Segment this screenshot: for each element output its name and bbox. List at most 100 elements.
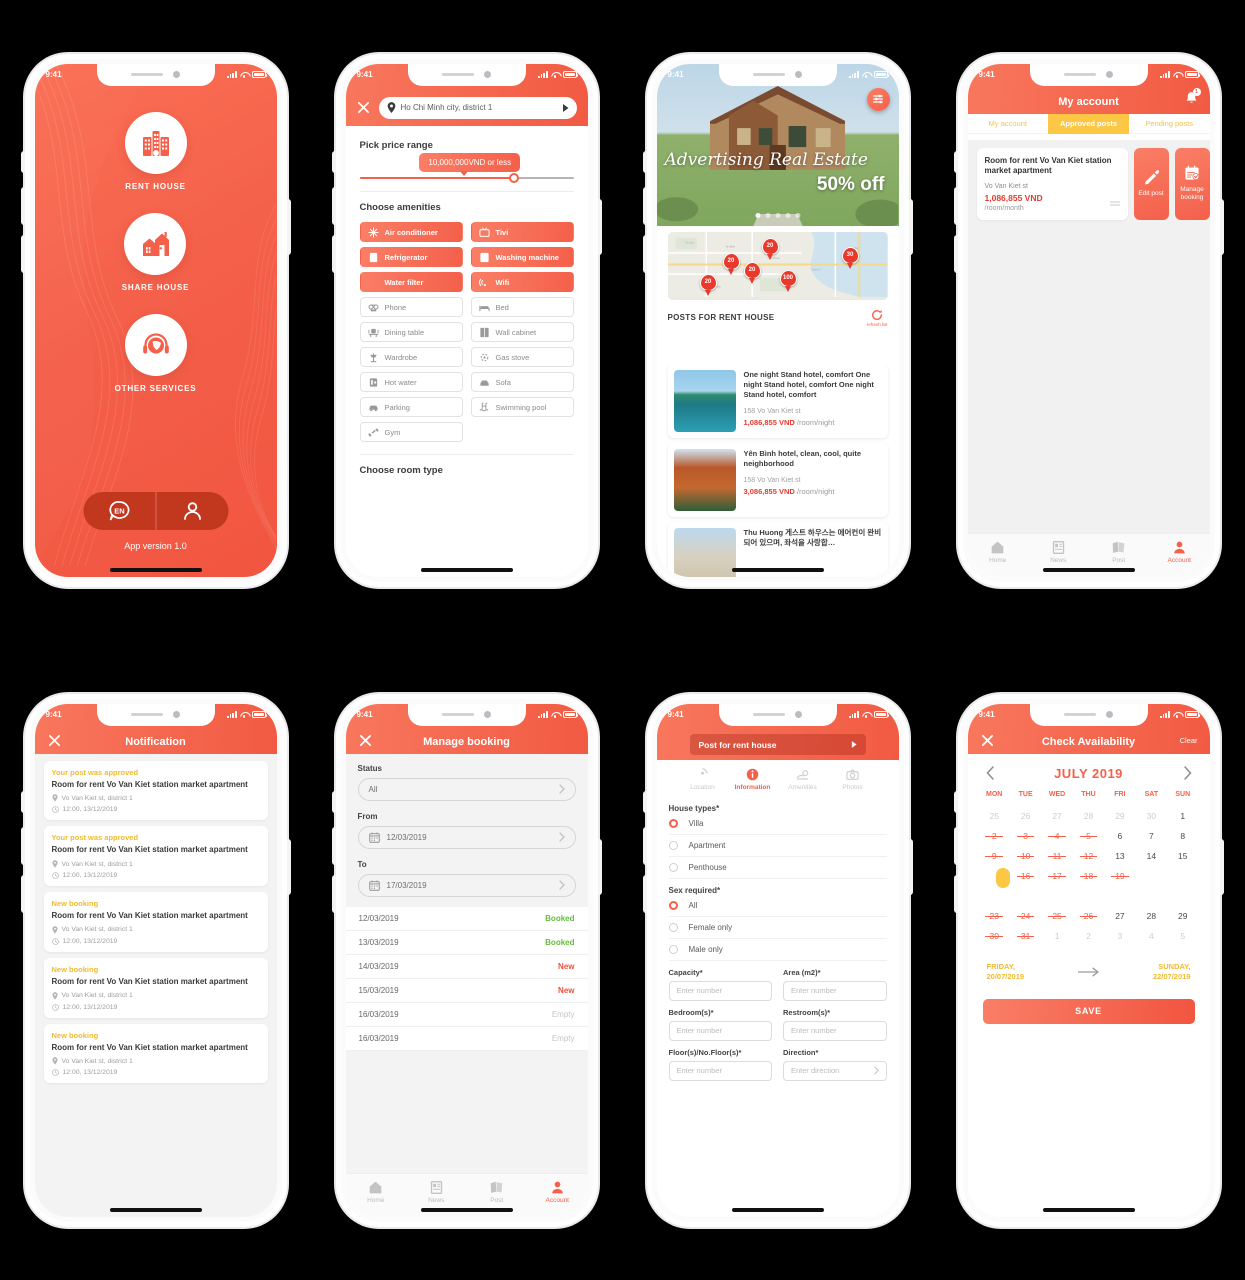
carousel-dot[interactable] — [785, 212, 790, 218]
refresh-list-button[interactable]: refresh list — [867, 309, 888, 327]
tabbar-item-home[interactable]: Home — [968, 540, 1029, 564]
notification-item[interactable]: New booking Room for rent Vo Van Kiet sta… — [43, 957, 268, 1018]
profile-button[interactable] — [156, 492, 228, 530]
amenity-chip[interactable]: Wall cabinet — [470, 322, 574, 342]
field-input[interactable]: Enter number — [668, 1020, 772, 1041]
language-button[interactable]: EN — [83, 492, 155, 530]
calendar-day[interactable]: 14 — [1136, 846, 1167, 866]
field-input[interactable]: Enter number — [783, 980, 887, 1001]
calendar-day[interactable]: 4 — [1136, 926, 1167, 946]
notification-item[interactable]: Your post was approved Room for rent Vo V… — [43, 760, 268, 821]
account-tab[interactable]: Pending posts — [1128, 114, 1210, 134]
booking-row[interactable]: 14/03/2019 New — [345, 955, 588, 979]
calendar-day[interactable]: 5 — [1073, 826, 1104, 846]
calendar-day[interactable]: 1 — [1041, 926, 1072, 946]
calendar-day[interactable]: 31 — [1010, 926, 1041, 946]
calendar-day[interactable]: 28 — [1073, 806, 1104, 826]
amenity-chip[interactable]: Bed — [470, 297, 574, 317]
sex-required-option[interactable]: Female only — [668, 917, 887, 939]
calendar-day[interactable]: 26 — [1073, 906, 1104, 926]
field-input[interactable]: Enter direction — [783, 1060, 887, 1081]
calendar-day[interactable]: 15 — [1167, 846, 1198, 866]
tabbar-item-post[interactable]: Post — [1089, 540, 1150, 564]
form-step-information[interactable]: Information — [728, 768, 778, 791]
edit-post-button[interactable]: Edit post — [1133, 147, 1169, 221]
calendar-day[interactable]: 30 — [979, 926, 1010, 946]
calendar-day[interactable]: 5 — [1167, 926, 1198, 946]
account-tab[interactable]: My account — [967, 114, 1049, 134]
calendar-day[interactable]: 30 — [1136, 806, 1167, 826]
amenity-chip[interactable]: Air conditioner — [359, 222, 463, 242]
close-icon[interactable] — [48, 734, 61, 747]
booking-row[interactable]: 13/03/2019 Booked — [345, 931, 588, 955]
chevron-right-icon[interactable] — [1183, 766, 1193, 780]
calendar-day[interactable]: 29 — [1167, 906, 1198, 926]
calendar-day[interactable]: 19 — [1104, 866, 1135, 886]
map-preview[interactable]: Go VapTan BinhPhu Nhuan District 1Thu Du… — [667, 231, 888, 300]
calendar-day[interactable]: 6 — [1104, 826, 1135, 846]
post-card[interactable]: Yên Bình hotel, clean, cool, quite neigh… — [667, 442, 888, 517]
calendar-day[interactable]: 4 — [1041, 826, 1072, 846]
calendar-day[interactable]: 20 — [1136, 866, 1167, 886]
location-search-input[interactable]: Ho Chi Minh city, district 1 — [378, 96, 577, 119]
home-indicator[interactable] — [109, 568, 202, 572]
radio-button[interactable] — [668, 922, 678, 932]
amenity-chip[interactable]: Tivi — [470, 222, 574, 242]
amenity-chip[interactable]: Gym — [359, 422, 463, 442]
booking-row[interactable]: 16/03/2019 Empty — [345, 1003, 588, 1027]
filter-fab-button[interactable] — [866, 87, 890, 111]
drag-handle-icon[interactable] — [1109, 194, 1120, 212]
house-type-option[interactable]: Apartment — [668, 835, 887, 857]
radio-button[interactable] — [668, 944, 678, 954]
account-tab[interactable]: Approved posts — [1048, 113, 1129, 134]
house-type-option[interactable]: Villa — [668, 813, 887, 835]
calendar-day[interactable]: 24 — [1010, 906, 1041, 926]
house-type-option[interactable]: Penthouse — [668, 857, 887, 879]
post-type-selector[interactable]: Post for rent house — [689, 734, 866, 755]
sex-required-option[interactable]: Male only — [668, 939, 887, 961]
tabbar-item-news[interactable]: News — [1028, 540, 1089, 564]
menu-item-rent-house[interactable]: RENT HOUSE — [124, 111, 187, 191]
close-icon[interactable] — [981, 734, 994, 747]
calendar-day[interactable]: 9 — [979, 846, 1010, 866]
tabbar-item-account[interactable]: Account — [527, 1180, 588, 1204]
slider-knob[interactable] — [508, 172, 519, 183]
tabbar-item-news[interactable]: News — [406, 1180, 467, 1204]
chevron-left-icon[interactable] — [985, 766, 995, 780]
calendar-day[interactable]: 21 — [1167, 866, 1198, 886]
hero-banner[interactable]: Advertising Real Estate 50% off — [656, 63, 899, 226]
calendar-day[interactable]: 2 — [1073, 926, 1104, 946]
amenity-chip[interactable]: Washing machine — [470, 247, 574, 267]
status-select[interactable]: All — [357, 777, 576, 801]
menu-item-share-house[interactable]: SHARE HOUSE — [122, 212, 189, 292]
map-pin[interactable]: 20 — [743, 261, 761, 279]
calendar-day[interactable]: 3 — [1010, 826, 1041, 846]
price-slider[interactable]: 10,000,000VND or less — [359, 152, 574, 183]
notification-item[interactable]: New booking Room for rent Vo Van Kiet sta… — [43, 892, 268, 952]
amenity-chip[interactable]: Hot water — [359, 372, 463, 392]
play-arrow-icon[interactable] — [562, 103, 569, 112]
amenity-chip[interactable]: Wifi — [470, 272, 574, 292]
map-pin[interactable]: 30 — [841, 246, 859, 264]
amenity-chip[interactable]: Gas stove — [470, 347, 574, 367]
calendar-day[interactable]: 18 — [1073, 866, 1104, 886]
clear-button[interactable]: Clear — [1180, 736, 1198, 745]
booking-row[interactable]: 12/03/2019 Booked — [345, 907, 588, 931]
amenity-chip[interactable]: Wardrobe — [359, 347, 463, 367]
calendar-day[interactable]: 28 — [1136, 906, 1167, 926]
calendar-day[interactable]: 8 — [1167, 826, 1198, 846]
tabbar-item-home[interactable]: Home — [346, 1180, 407, 1204]
calendar-day[interactable]: 11 — [1041, 846, 1072, 866]
home-indicator[interactable] — [420, 1208, 513, 1212]
calendar-day[interactable]: 17 — [1041, 866, 1072, 886]
calendar-day[interactable]: 12 — [1073, 846, 1104, 866]
carousel-dot[interactable] — [775, 212, 780, 218]
calendar-day[interactable]: 23 — [979, 906, 1010, 926]
amenity-chip[interactable]: Refrigerator — [359, 247, 463, 267]
calendar-day[interactable]: 16 — [1010, 866, 1041, 886]
save-button[interactable]: SAVE — [982, 998, 1195, 1024]
booking-row[interactable]: 15/03/2019 New — [345, 979, 588, 1003]
map-pin[interactable]: 20 — [699, 273, 717, 291]
amenity-chip[interactable]: Swimming pool — [470, 397, 574, 417]
radio-button[interactable] — [668, 840, 678, 850]
